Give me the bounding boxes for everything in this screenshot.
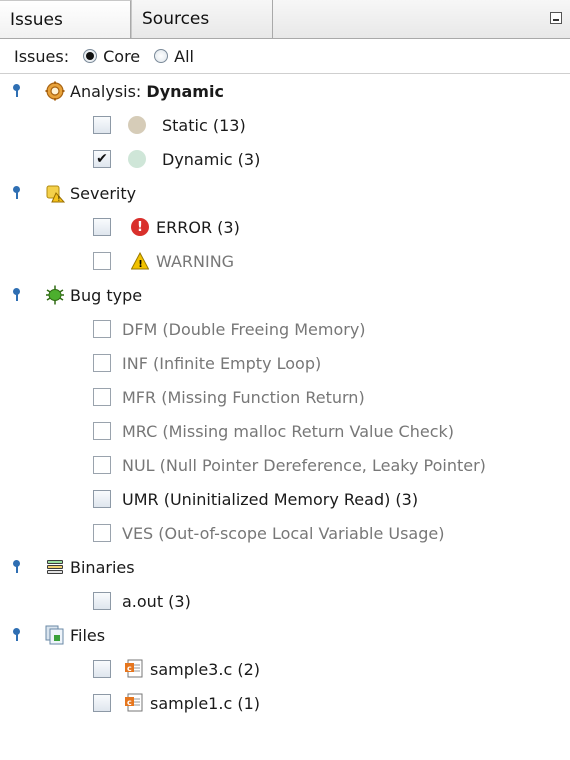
checkbox-static[interactable]: [93, 116, 111, 134]
checkbox-ves[interactable]: [93, 524, 111, 542]
error-label: ERROR (3): [156, 217, 240, 237]
tree-item-a-out[interactable]: a.out (3): [0, 584, 570, 618]
pin-icon[interactable]: [12, 186, 22, 200]
bug-type-label: Bug type: [70, 285, 143, 305]
files-label: Files: [70, 625, 106, 645]
checkbox-inf[interactable]: [93, 354, 111, 372]
checkbox-dynamic[interactable]: ✔: [93, 150, 111, 168]
tree-item-inf[interactable]: INF (Infinite Empty Loop): [0, 346, 570, 380]
severity-warning-icon: !: [45, 183, 65, 203]
binaries-label: Binaries: [70, 557, 135, 577]
dynamic-status-dot-icon: [128, 150, 146, 168]
tree-item-sample1[interactable]: c sample1.c (1): [0, 686, 570, 720]
a-out-label: a.out (3): [122, 591, 191, 611]
tab-sources-label: Sources: [142, 9, 210, 29]
error-icon: !: [131, 218, 149, 236]
c-file-icon: c: [124, 693, 144, 713]
pin-icon[interactable]: [12, 84, 22, 98]
files-icon: [45, 625, 65, 645]
radio-all-label[interactable]: All: [174, 47, 194, 66]
static-status-dot-icon: [128, 116, 146, 134]
pin-icon[interactable]: [12, 288, 22, 302]
checkbox-warning[interactable]: [93, 252, 111, 270]
tree-item-dynamic[interactable]: ✔ Dynamic (3): [0, 142, 570, 176]
tree-category-bug-type[interactable]: Bug type: [0, 278, 570, 312]
dynamic-label: Dynamic (3): [162, 149, 261, 169]
analysis-label-prefix: Analysis:: [70, 81, 147, 101]
radio-core-label[interactable]: Core: [103, 47, 140, 66]
dfm-label: DFM (Double Freeing Memory): [122, 319, 366, 339]
umr-label: UMR (Uninitialized Memory Read) (3): [122, 489, 419, 509]
analysis-label: Analysis: Dynamic: [70, 82, 224, 101]
severity-label: Severity: [70, 183, 137, 203]
nul-label: NUL (Null Pointer Dereference, Leaky Poi…: [122, 455, 486, 475]
tree-item-nul[interactable]: NUL (Null Pointer Dereference, Leaky Poi…: [0, 448, 570, 482]
gear-icon: [45, 81, 65, 101]
minimize-icon[interactable]: [550, 12, 562, 24]
tab-issues[interactable]: Issues: [0, 0, 131, 38]
inf-label: INF (Infinite Empty Loop): [122, 353, 322, 373]
issues-filter-bar: Issues: Core All: [0, 39, 570, 74]
svg-text:c: c: [127, 698, 132, 707]
tree-category-files[interactable]: Files: [0, 618, 570, 652]
checkbox-sample1[interactable]: [93, 694, 111, 712]
tree-item-dfm[interactable]: DFM (Double Freeing Memory): [0, 312, 570, 346]
tree-category-severity[interactable]: ! Severity: [0, 176, 570, 210]
pin-icon[interactable]: [12, 628, 22, 642]
tab-issues-label: Issues: [10, 9, 63, 30]
warning-label: WARNING: [156, 251, 235, 271]
radio-core[interactable]: [83, 49, 98, 63]
c-file-icon: c: [124, 659, 144, 679]
tree-item-umr[interactable]: UMR (Uninitialized Memory Read) (3): [0, 482, 570, 516]
checkbox-dfm[interactable]: [93, 320, 111, 338]
sample3-label: sample3.c (2): [150, 659, 260, 679]
tab-sources[interactable]: Sources: [131, 0, 273, 38]
checkbox-error[interactable]: [93, 218, 111, 236]
tree-item-mfr[interactable]: MFR (Missing Function Return): [0, 380, 570, 414]
warning-icon: !: [130, 251, 150, 270]
checkbox-umr[interactable]: [93, 490, 111, 508]
binaries-stack-icon: [45, 557, 65, 577]
mfr-label: MFR (Missing Function Return): [122, 387, 365, 407]
tree-item-warning[interactable]: ! WARNING: [0, 244, 570, 278]
analysis-label-value: Dynamic: [146, 81, 224, 101]
static-label: Static (13): [162, 115, 246, 135]
bug-icon: [45, 285, 65, 305]
tree-category-analysis[interactable]: Analysis: Dynamic: [0, 74, 570, 108]
mrc-label: MRC (Missing malloc Return Value Check): [122, 421, 454, 441]
filter-label: Issues:: [14, 46, 70, 66]
radio-all[interactable]: [154, 49, 169, 63]
checkbox-mfr[interactable]: [93, 388, 111, 406]
svg-text:c: c: [127, 664, 132, 673]
svg-text:!: !: [138, 259, 143, 270]
pin-icon[interactable]: [12, 560, 22, 574]
ves-label: VES (Out-of-scope Local Variable Usage): [122, 523, 445, 543]
checkbox-sample3[interactable]: [93, 660, 111, 678]
tree-category-binaries[interactable]: Binaries: [0, 550, 570, 584]
tree-item-static[interactable]: Static (13): [0, 108, 570, 142]
tree-item-sample3[interactable]: c sample3.c (2): [0, 652, 570, 686]
checkbox-mrc[interactable]: [93, 422, 111, 440]
tree-item-error[interactable]: ! ERROR (3): [0, 210, 570, 244]
tree-item-ves[interactable]: VES (Out-of-scope Local Variable Usage): [0, 516, 570, 550]
svg-text:!: !: [58, 195, 61, 203]
sample1-label: sample1.c (1): [150, 693, 260, 713]
checkbox-nul[interactable]: [93, 456, 111, 474]
view-tab-bar: Issues Sources: [0, 0, 570, 39]
tree-item-mrc[interactable]: MRC (Missing malloc Return Value Check): [0, 414, 570, 448]
checkbox-a-out[interactable]: [93, 592, 111, 610]
